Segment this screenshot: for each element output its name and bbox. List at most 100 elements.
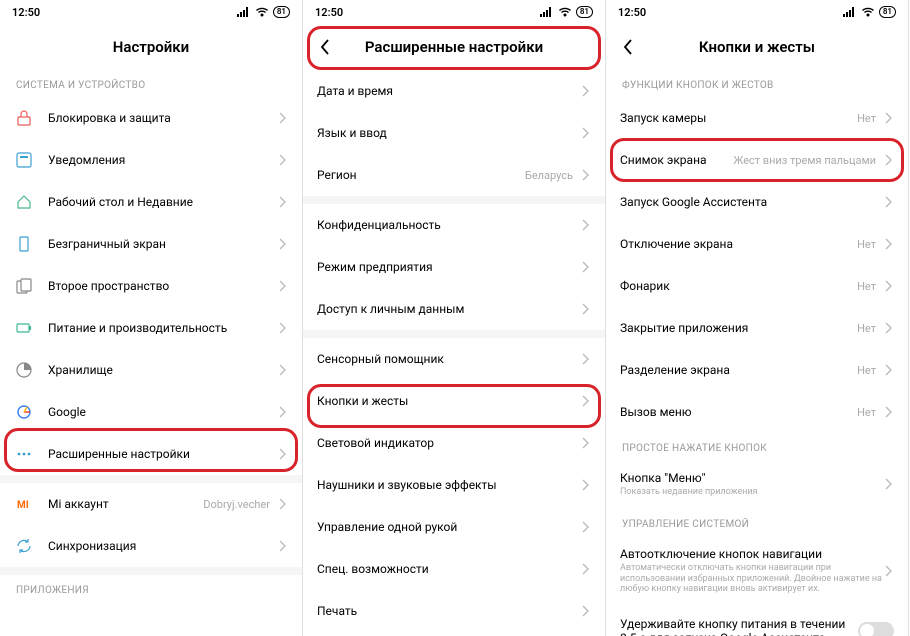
row-value: Жест вниз тремя пальцами xyxy=(733,154,876,167)
screen-buttons-gestures: 12:50 81 Кнопки и жесты ФУНКЦИИ КНОПОК И… xyxy=(606,0,909,636)
row-label: Блокировка и защита xyxy=(48,111,276,125)
row-label: Разделение экрана xyxy=(620,363,857,377)
chevron-right-icon xyxy=(276,154,288,166)
row-label: Режим предприятия xyxy=(317,260,579,274)
row-screen-off[interactable]: Отключение экрана Нет xyxy=(606,223,908,265)
row-label: Кнопка "Меню" xyxy=(620,471,882,485)
row-label: Регион xyxy=(317,168,525,182)
status-time: 12:50 xyxy=(618,6,646,19)
row-google[interactable]: Google xyxy=(0,391,302,433)
row-headphones[interactable]: Наушники и звуковые эффекты xyxy=(303,464,605,506)
page-title: Расширенные настройки xyxy=(365,38,543,56)
status-bar: 12:50 81 xyxy=(0,0,302,24)
chevron-right-icon xyxy=(276,406,288,418)
row-sublabel: Автоматически отключать кнопки навигации… xyxy=(620,563,882,595)
row-datetime[interactable]: Дата и время xyxy=(303,70,605,112)
google-icon xyxy=(14,402,34,422)
status-right: 81 xyxy=(237,6,290,18)
row-led[interactable]: Световой индикатор xyxy=(303,422,605,464)
row-label: Управление одной рукой xyxy=(317,520,579,534)
row-split-screen[interactable]: Разделение экрана Нет xyxy=(606,349,908,391)
divider xyxy=(0,475,302,483)
gestures-list[interactable]: ФУНКЦИИ КНОПОК И ЖЕСТОВ Запуск камеры Не… xyxy=(606,70,908,636)
row-label: Печать xyxy=(317,604,579,618)
chevron-right-icon xyxy=(579,521,591,533)
signal-icon xyxy=(540,7,554,17)
row-hold-power[interactable]: Удерживайте кнопку питания в течении 0.5… xyxy=(606,606,908,636)
notifications-icon xyxy=(14,150,34,170)
row-label: Фонарик xyxy=(620,279,857,293)
mi-icon: MI xyxy=(14,494,34,514)
row-label: Вызов меню xyxy=(620,405,857,419)
sync-icon xyxy=(14,536,34,556)
row-close-app[interactable]: Закрытие приложения Нет xyxy=(606,307,908,349)
row-lang-input[interactable]: Язык и ввод xyxy=(303,112,605,154)
chevron-right-icon xyxy=(882,154,894,166)
row-region[interactable]: Регион Беларусь xyxy=(303,154,605,196)
settings-list[interactable]: СИСТЕМА И УСТРОЙСТВО Блокировка и защита… xyxy=(0,70,302,636)
row-label: Световой индикатор xyxy=(317,436,579,450)
row-value: Нет xyxy=(857,364,876,377)
row-label: Синхронизация xyxy=(48,539,276,553)
chevron-right-icon xyxy=(882,406,894,418)
row-lock-security[interactable]: Блокировка и защита xyxy=(0,97,302,139)
row-personal-data[interactable]: Доступ к личным данным xyxy=(303,288,605,330)
row-call-menu[interactable]: Вызов меню Нет xyxy=(606,391,908,433)
signal-icon xyxy=(237,7,251,17)
chevron-right-icon xyxy=(276,448,288,460)
row-label: Закрытие приложения xyxy=(620,321,857,335)
fullscreen-icon xyxy=(14,234,34,254)
row-battery-perf[interactable]: Питание и производительность xyxy=(0,307,302,349)
row-camera-launch[interactable]: Запуск камеры Нет xyxy=(606,97,908,139)
row-one-hand[interactable]: Управление одной рукой xyxy=(303,506,605,548)
row-storage[interactable]: Хранилище xyxy=(0,349,302,391)
chevron-right-icon xyxy=(276,112,288,124)
status-time: 12:50 xyxy=(12,6,40,19)
row-auto-disable-nav[interactable]: Автоотключение кнопок навигации Автомати… xyxy=(606,536,908,606)
row-sync[interactable]: Синхронизация xyxy=(0,525,302,567)
chevron-right-icon xyxy=(579,169,591,181)
row-privacy[interactable]: Конфиденциальность xyxy=(303,204,605,246)
row-label: Удерживайте кнопку питания в течении 0.5… xyxy=(620,617,858,636)
row-second-space[interactable]: Второе пространство xyxy=(0,265,302,307)
row-label: Уведомления xyxy=(48,153,276,167)
row-google-assistant[interactable]: Запуск Google Ассистента xyxy=(606,181,908,223)
back-button[interactable] xyxy=(313,35,337,59)
row-notifications[interactable]: Уведомления xyxy=(0,139,302,181)
row-label: Хранилище xyxy=(48,363,276,377)
row-enterprise[interactable]: Режим предприятия xyxy=(303,246,605,288)
row-buttons-gestures[interactable]: Кнопки и жесты xyxy=(303,380,605,422)
row-flashlight[interactable]: Фонарик Нет xyxy=(606,265,908,307)
row-screenshot[interactable]: Снимок экрана Жест вниз тремя пальцами xyxy=(606,139,908,181)
chevron-right-icon xyxy=(579,303,591,315)
lock-icon xyxy=(14,108,34,128)
row-accessibility[interactable]: Спец. возможности xyxy=(303,548,605,590)
back-button[interactable] xyxy=(616,35,640,59)
svg-text:MI: MI xyxy=(17,500,29,511)
wifi-icon xyxy=(558,7,572,17)
chevron-right-icon xyxy=(882,112,894,124)
section-functions: ФУНКЦИИ КНОПОК И ЖЕСТОВ xyxy=(606,70,908,97)
wifi-icon xyxy=(861,7,875,17)
chevron-right-icon xyxy=(882,238,894,250)
row-label: Безграничный экран xyxy=(48,237,276,251)
row-advanced-settings[interactable]: Расширенные настройки xyxy=(0,433,302,475)
advanced-list[interactable]: Дата и время Язык и ввод Регион Беларусь… xyxy=(303,70,605,636)
row-touch-assist[interactable]: Сенсорный помощник xyxy=(303,338,605,380)
row-print[interactable]: Печать xyxy=(303,590,605,632)
row-fullscreen[interactable]: Безграничный экран xyxy=(0,223,302,265)
row-label: Второе пространство xyxy=(48,279,276,293)
toggle-hold-power[interactable] xyxy=(858,622,894,636)
page-title: Кнопки и жесты xyxy=(699,38,815,56)
section-apps: ПРИЛОЖЕНИЯ xyxy=(0,575,302,602)
row-label: Расширенные настройки xyxy=(48,447,276,461)
chevron-right-icon xyxy=(276,498,288,510)
section-single-press: ПРОСТОЕ НАЖАТИЕ КНОПОК xyxy=(606,433,908,460)
row-mi-account[interactable]: MI Mi аккаунт Dobryj.vecher xyxy=(0,483,302,525)
battery-icon: 81 xyxy=(576,6,593,18)
chevron-right-icon xyxy=(276,196,288,208)
row-value: Нет xyxy=(857,406,876,419)
row-value: Беларусь xyxy=(525,169,573,182)
row-menu-button[interactable]: Кнопка "Меню" Показать недавние приложен… xyxy=(606,460,908,509)
row-home-recent[interactable]: Рабочий стол и Недавние xyxy=(0,181,302,223)
